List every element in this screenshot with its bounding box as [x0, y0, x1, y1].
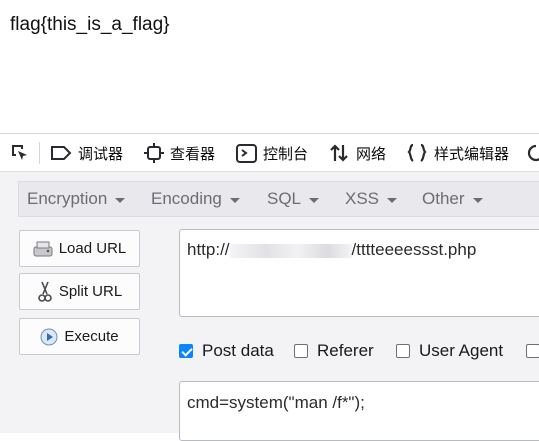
menu-label: SQL	[267, 189, 302, 208]
url-prefix: http://	[187, 240, 230, 259]
post-data-checkbox[interactable]: Post data	[179, 339, 274, 363]
checkbox-unchecked-icon	[294, 344, 308, 358]
button-label: Load URL	[58, 240, 127, 257]
tab-network[interactable]: 网络	[328, 134, 386, 172]
post-body: cmd=system("man /f*");	[187, 393, 365, 412]
caret-down-icon	[115, 197, 126, 203]
checkbox-label: Referer	[317, 341, 374, 360]
tab-label: 调试器	[78, 145, 124, 163]
inspector-icon	[144, 143, 164, 163]
menu-other[interactable]: Other	[422, 182, 483, 216]
execute-button[interactable]: Execute	[19, 318, 140, 355]
split-url-button[interactable]: Split URL	[19, 273, 140, 310]
user-agent-checkbox[interactable]: User Agent	[396, 339, 503, 363]
flag-output-text: flag{this_is_a_flag}	[10, 14, 170, 35]
button-label: Split URL	[58, 283, 123, 300]
scissors-icon	[38, 281, 52, 302]
tab-inspector[interactable]: 查看器	[144, 134, 215, 172]
tab-label: 样式编辑器	[434, 145, 510, 163]
tab-debugger[interactable]: 调试器	[50, 134, 123, 172]
tab-console[interactable]: 控制台	[236, 134, 308, 172]
toolbar-divider	[39, 142, 40, 164]
console-icon	[236, 143, 257, 163]
hackbar-menu: Encryption Encoding SQL XSS Other	[18, 181, 539, 217]
url-textarea[interactable]: http:// /tttteeeessst.php	[179, 229, 539, 317]
menu-encoding[interactable]: Encoding	[151, 182, 240, 216]
devtools-toolbar: 调试器 查看器 控制台 网络 样式编辑器	[0, 133, 539, 172]
checkbox-label: Post data	[202, 341, 274, 360]
caret-down-icon	[229, 197, 240, 203]
post-data-textarea[interactable]: cmd=system("man /f*");	[179, 381, 539, 441]
redacted-host	[229, 243, 352, 258]
button-label: Execute	[64, 328, 119, 345]
caret-down-icon	[387, 197, 398, 203]
caret-down-icon	[472, 197, 483, 203]
element-picker-icon	[12, 145, 27, 160]
checkbox-unchecked-icon	[396, 344, 410, 358]
menu-sql[interactable]: SQL	[267, 182, 320, 216]
checkbox-label: User Agent	[419, 341, 504, 360]
cookies-checkbox[interactable]	[526, 339, 539, 363]
menu-label: Other	[422, 189, 465, 208]
menu-xss[interactable]: XSS	[345, 182, 398, 216]
curly-braces-icon	[407, 143, 427, 162]
checkbox-unchecked-icon	[526, 344, 539, 358]
tab-label: 网络	[356, 145, 387, 163]
performance-icon	[527, 144, 539, 162]
network-icon	[330, 144, 348, 162]
play-icon	[40, 328, 58, 345]
caret-down-icon	[309, 197, 320, 203]
tab-label: 查看器	[170, 145, 216, 163]
debugger-icon	[51, 146, 72, 160]
url-path: /tttteeeessst.php	[351, 240, 477, 259]
menu-encryption[interactable]: Encryption	[27, 182, 126, 216]
menu-label: Encoding	[151, 189, 222, 208]
tab-performance[interactable]	[526, 134, 539, 172]
menu-label: XSS	[345, 189, 380, 208]
element-picker-button[interactable]	[9, 134, 31, 172]
menu-label: Encryption	[27, 189, 108, 208]
load-url-button[interactable]: Load URL	[19, 230, 140, 267]
url-value: http:// /tttteeeessst.php	[187, 240, 476, 260]
checkbox-checked-icon	[179, 344, 193, 358]
referer-checkbox[interactable]: Referer	[294, 339, 374, 363]
load-url-icon	[33, 241, 53, 256]
tab-label: 控制台	[263, 145, 309, 163]
tab-style-editor[interactable]: 样式编辑器	[406, 134, 509, 172]
